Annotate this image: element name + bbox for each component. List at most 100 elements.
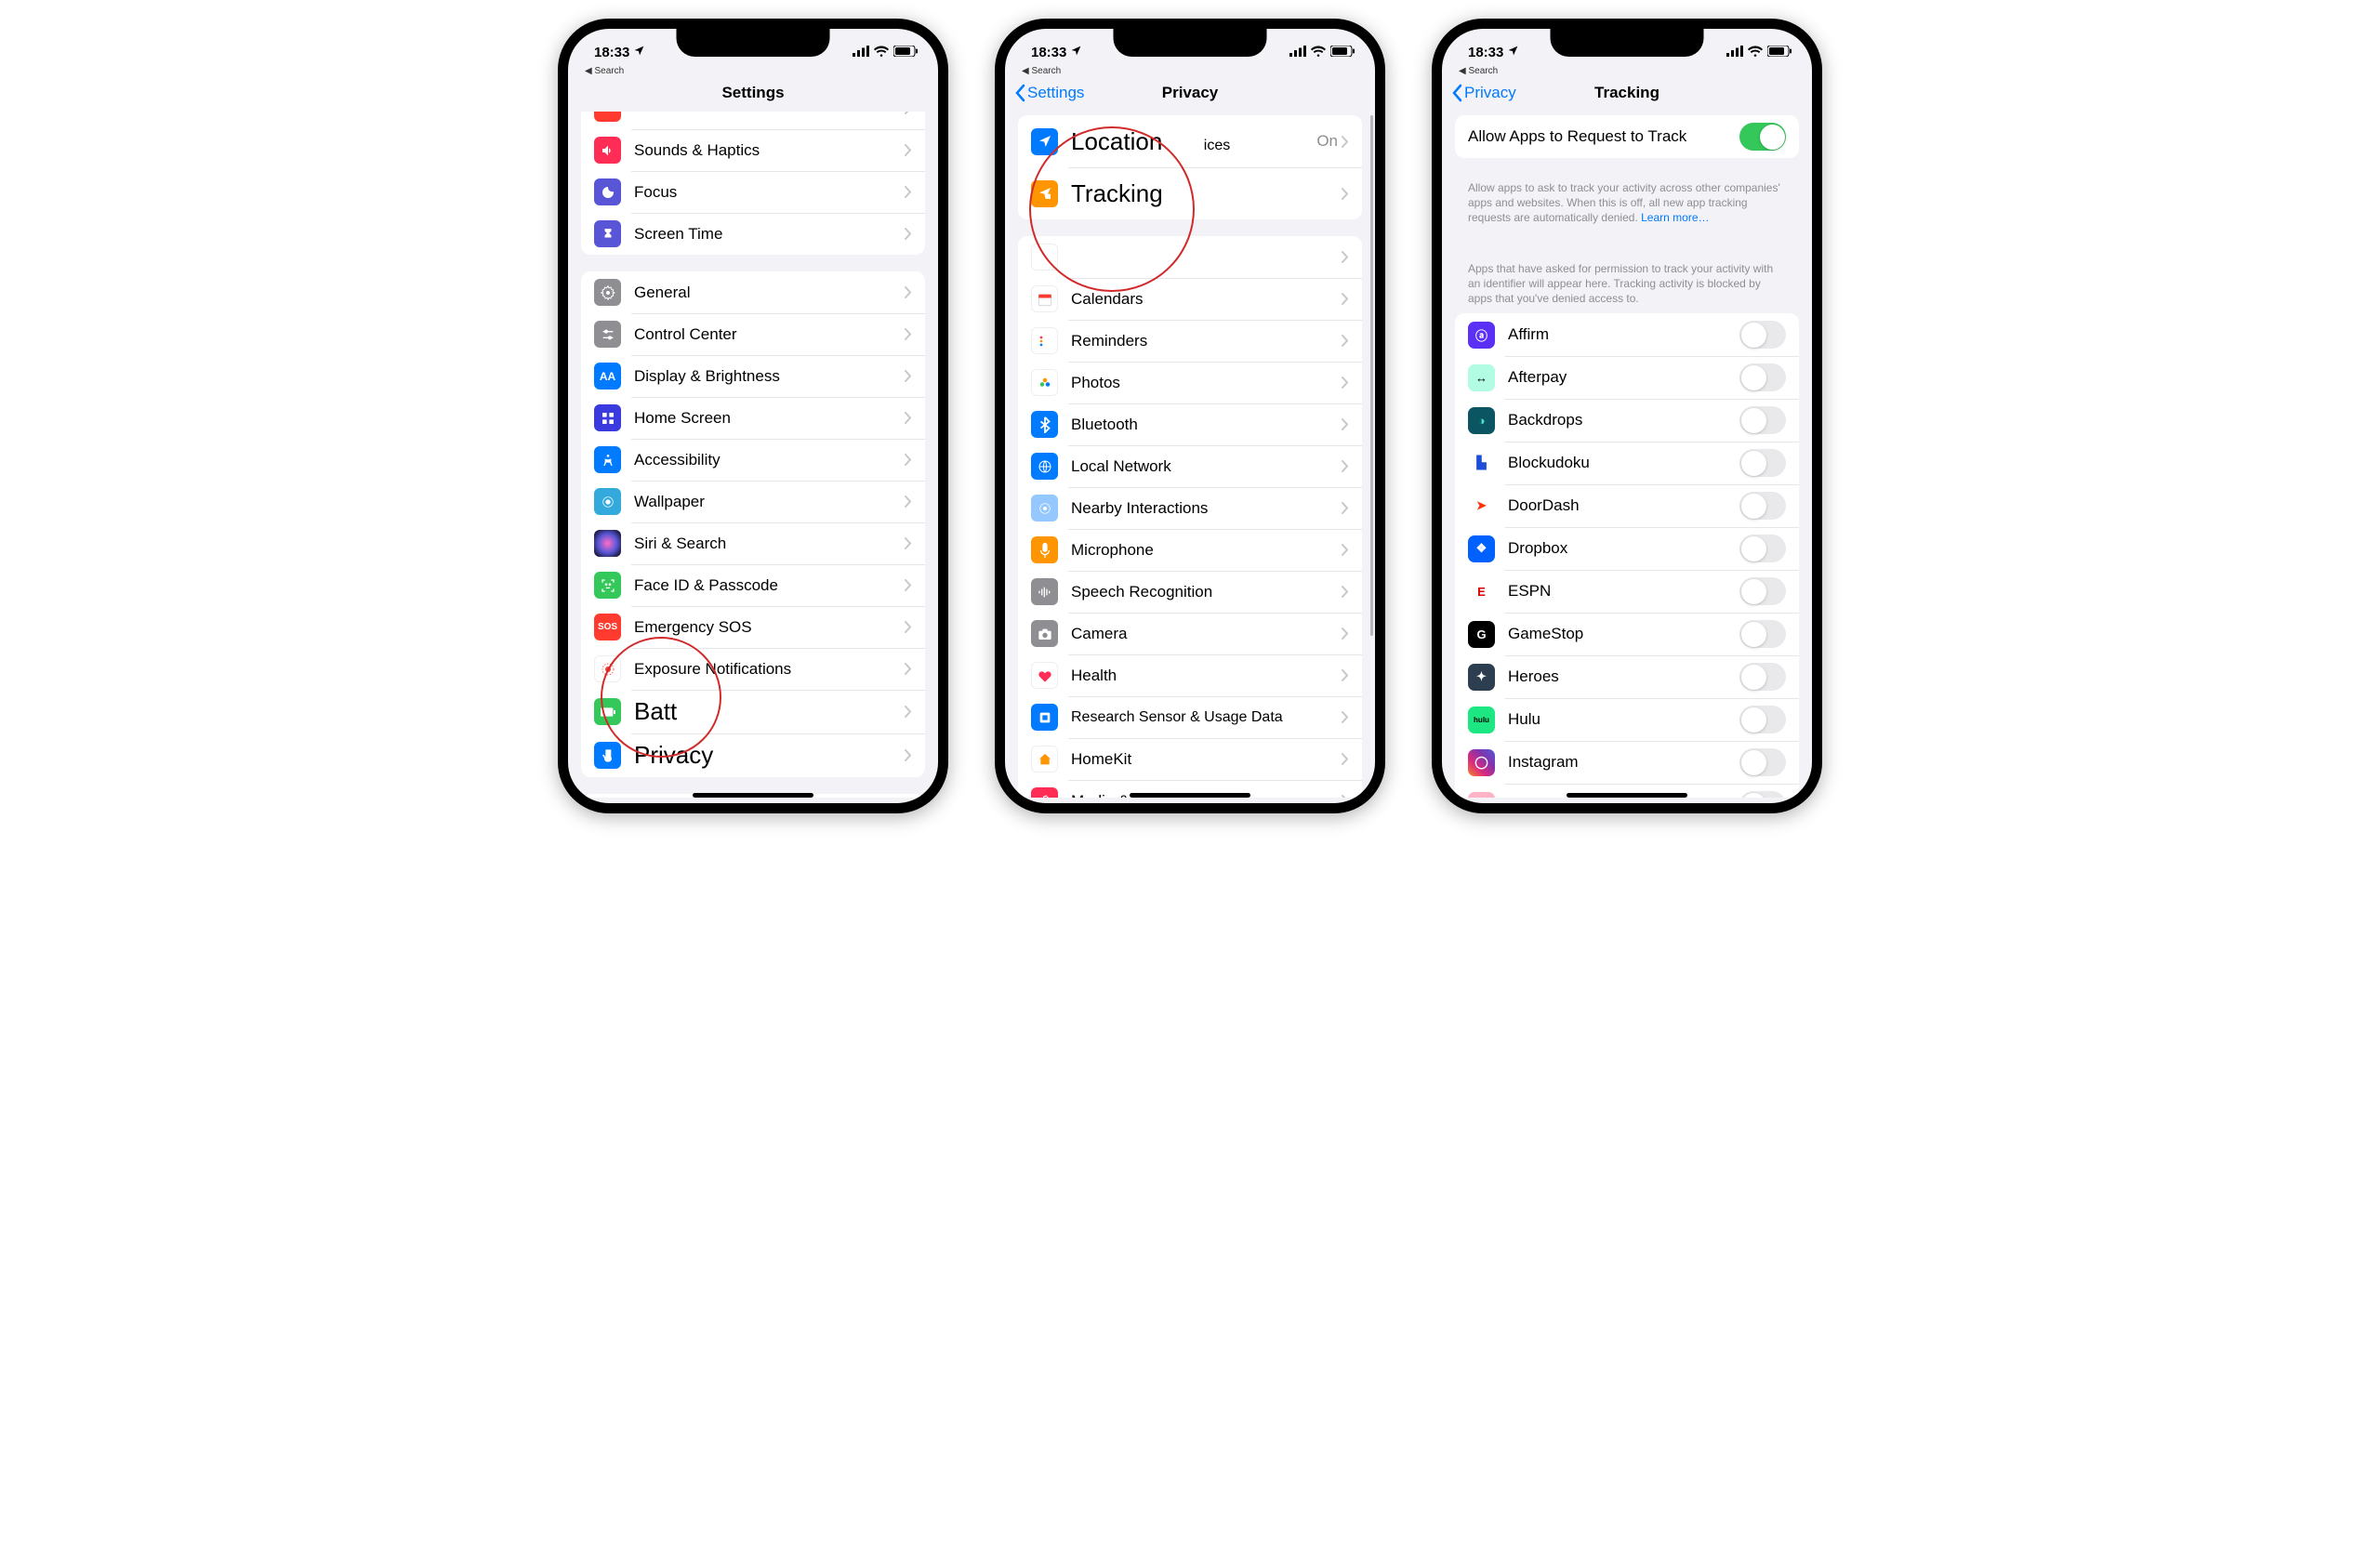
app-tracking-toggle[interactable] bbox=[1739, 577, 1786, 605]
settings-row-focus[interactable]: Focus bbox=[581, 171, 925, 213]
settings-content[interactable]: Sounds & Haptics Focus Screen Time bbox=[568, 112, 938, 798]
settings-row-accessibility[interactable]: Accessibility bbox=[581, 439, 925, 481]
chevron-right-icon bbox=[905, 537, 912, 549]
learn-more-link[interactable]: Learn more… bbox=[1641, 211, 1709, 224]
privacy-row-tracking[interactable]: Tracking bbox=[1018, 167, 1362, 219]
settings-row-wallpaper[interactable]: Wallpaper bbox=[581, 481, 925, 522]
privacy-row-microphone[interactable]: Microphone bbox=[1018, 529, 1362, 571]
battery-icon bbox=[1767, 45, 1792, 60]
row-label: Privacy bbox=[634, 741, 905, 770]
home-indicator[interactable] bbox=[1130, 793, 1250, 798]
row-label: Research Sensor & Usage Data bbox=[1071, 709, 1342, 726]
allow-tracking-toggle[interactable] bbox=[1739, 123, 1786, 151]
privacy-row-location[interactable]: Location ices On bbox=[1018, 115, 1362, 167]
chevron-right-icon bbox=[1342, 544, 1349, 556]
siri-icon bbox=[594, 530, 621, 557]
hourglass-icon bbox=[594, 220, 621, 247]
app-tracking-toggle[interactable] bbox=[1739, 663, 1786, 691]
privacy-row-photos[interactable]: Photos bbox=[1018, 362, 1362, 403]
privacy-row-health[interactable]: Health bbox=[1018, 654, 1362, 696]
settings-row-display[interactable]: AA Display & Brightness bbox=[581, 355, 925, 397]
nav-back-button[interactable]: Privacy bbox=[1451, 84, 1516, 102]
app-tracking-toggle[interactable] bbox=[1739, 535, 1786, 562]
home-indicator[interactable] bbox=[1567, 793, 1687, 798]
nav-back-button[interactable]: Settings bbox=[1014, 84, 1084, 102]
breadcrumb-back[interactable]: ◀ Search bbox=[568, 66, 938, 78]
settings-row-siri[interactable]: Siri & Search bbox=[581, 522, 925, 564]
settings-row-privacy[interactable]: Privacy bbox=[581, 733, 925, 777]
breadcrumb-back[interactable]: ◀ Search bbox=[1005, 66, 1375, 78]
chevron-right-icon bbox=[905, 706, 912, 718]
app-icon: ▙ bbox=[1468, 450, 1495, 477]
settings-row-screentime[interactable]: Screen Time bbox=[581, 213, 925, 255]
notch bbox=[1551, 29, 1704, 57]
privacy-row-camera[interactable]: Camera bbox=[1018, 613, 1362, 654]
wallpaper-icon bbox=[594, 488, 621, 515]
app-icon: ➤ bbox=[1468, 493, 1495, 520]
chevron-right-icon bbox=[1342, 293, 1349, 305]
app-tracking-toggle[interactable] bbox=[1739, 791, 1786, 798]
tracking-app-row: huluHulu bbox=[1455, 698, 1799, 741]
chevron-right-icon bbox=[905, 621, 912, 633]
app-tracking-toggle[interactable] bbox=[1739, 406, 1786, 434]
app-tracking-toggle[interactable] bbox=[1739, 620, 1786, 648]
chevron-right-icon bbox=[1342, 627, 1349, 640]
row-label: Tracking bbox=[1071, 179, 1342, 208]
breadcrumb-back[interactable]: ◀ Search bbox=[1442, 66, 1812, 78]
row-label: Focus bbox=[634, 183, 905, 202]
app-tracking-toggle[interactable] bbox=[1739, 449, 1786, 477]
chevron-right-icon bbox=[905, 286, 912, 298]
nav-bar: Settings bbox=[568, 78, 938, 112]
row-label: HomeKit bbox=[1071, 750, 1342, 769]
music-icon bbox=[1031, 787, 1058, 798]
settings-row-sounds[interactable]: Sounds & Haptics bbox=[581, 129, 925, 171]
app-name-label: GameStop bbox=[1508, 625, 1739, 643]
row-label: Control Center bbox=[634, 325, 905, 344]
location-services-icon bbox=[1070, 45, 1082, 60]
tracking-app-row: ➤ DoorDash bbox=[1455, 484, 1799, 527]
tracking-app-row: ▙Blockudoku bbox=[1455, 442, 1799, 484]
settings-row-homescreen[interactable]: Home Screen bbox=[581, 397, 925, 439]
settings-row-controlcenter[interactable]: Control Center bbox=[581, 313, 925, 355]
settings-row-exposure[interactable]: Exposure Notifications bbox=[581, 648, 925, 690]
app-name-label: DoorDash bbox=[1508, 496, 1739, 515]
app-name-label: Instagram bbox=[1508, 753, 1739, 772]
chevron-right-icon bbox=[1342, 586, 1349, 598]
privacy-row-calendars[interactable]: Calendars bbox=[1018, 278, 1362, 320]
settings-row-sos[interactable]: SOS Emergency SOS bbox=[581, 606, 925, 648]
scrollbar-indicator[interactable] bbox=[1370, 115, 1373, 636]
sliders-icon bbox=[594, 321, 621, 348]
privacy-row-reminders[interactable]: Reminders bbox=[1018, 320, 1362, 362]
app-tracking-toggle[interactable] bbox=[1739, 748, 1786, 776]
settings-row-battery[interactable]: Batt bbox=[581, 690, 925, 733]
home-indicator[interactable] bbox=[693, 793, 813, 798]
settings-row-general[interactable]: General bbox=[581, 271, 925, 313]
privacy-row[interactable] bbox=[1018, 236, 1362, 278]
tracking-content[interactable]: Allow Apps to Request to Track Allow app… bbox=[1442, 112, 1812, 798]
privacy-row-speech[interactable]: Speech Recognition bbox=[1018, 571, 1362, 613]
app-tracking-toggle[interactable] bbox=[1739, 706, 1786, 733]
privacy-row-nearby[interactable]: Nearby Interactions bbox=[1018, 487, 1362, 529]
location-arrow-icon bbox=[1031, 128, 1058, 155]
privacy-content[interactable]: Location ices On Tracking bbox=[1005, 112, 1375, 798]
page-title: Privacy bbox=[1162, 84, 1219, 102]
row-label: Emergency SOS bbox=[634, 618, 905, 637]
app-tracking-toggle[interactable] bbox=[1739, 321, 1786, 349]
phone-frame-2: 18:33 ◀ Search Settings Privacy bbox=[995, 19, 1385, 813]
app-tracking-toggle[interactable] bbox=[1739, 363, 1786, 391]
app-tracking-toggle[interactable] bbox=[1739, 492, 1786, 520]
privacy-row-localnetwork[interactable]: Local Network bbox=[1018, 445, 1362, 487]
settings-row-faceid[interactable]: Face ID & Passcode bbox=[581, 564, 925, 606]
settings-row[interactable] bbox=[581, 112, 925, 129]
privacy-row-homekit[interactable]: HomeKit bbox=[1018, 738, 1362, 780]
chevron-right-icon bbox=[1342, 669, 1349, 681]
chevron-right-icon bbox=[1342, 136, 1349, 148]
chevron-right-icon bbox=[905, 495, 912, 508]
chevron-right-icon bbox=[1342, 251, 1349, 263]
privacy-row-bluetooth[interactable]: Bluetooth bbox=[1018, 403, 1362, 445]
row-label: Sounds & Haptics bbox=[634, 141, 905, 160]
privacy-row-research[interactable]: Research Sensor & Usage Data bbox=[1018, 696, 1362, 738]
chevron-right-icon bbox=[905, 144, 912, 156]
chevron-right-icon bbox=[1342, 335, 1349, 347]
settings-group-1: Sounds & Haptics Focus Screen Time bbox=[581, 112, 925, 255]
